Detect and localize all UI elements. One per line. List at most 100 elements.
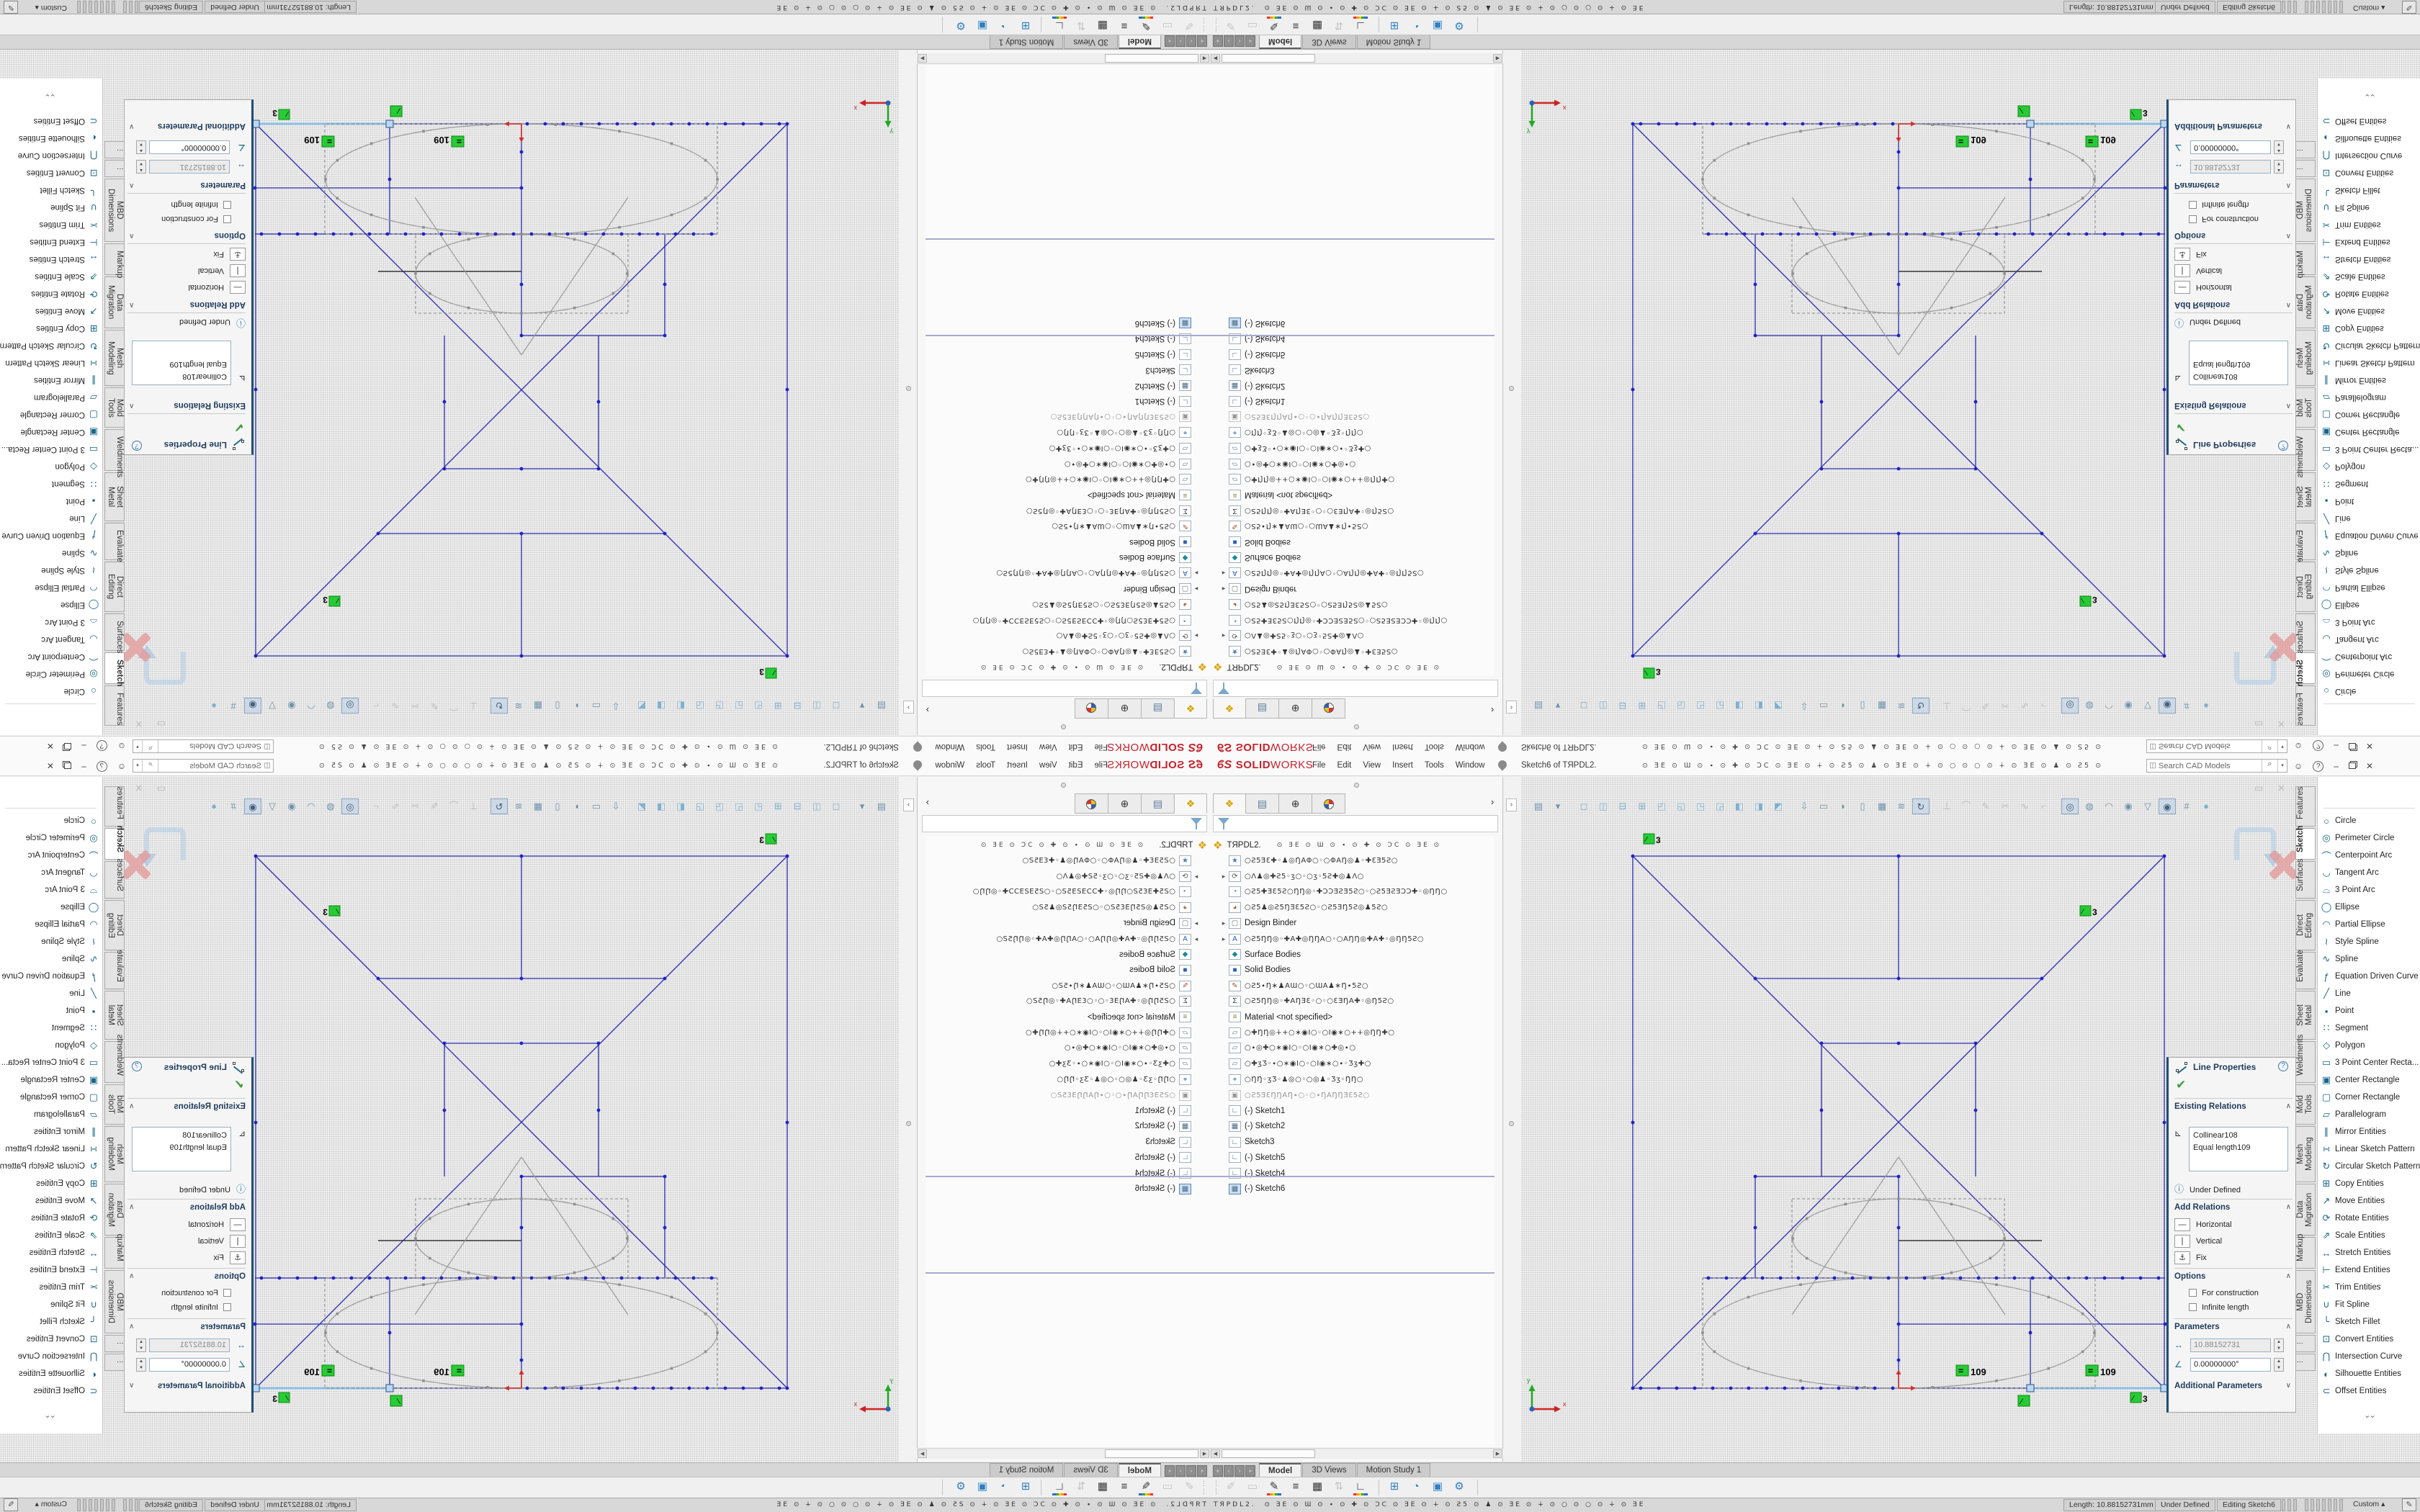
tab-property-manager[interactable]: ▤ — [1141, 793, 1174, 814]
splitter-knob[interactable] — [1061, 783, 1066, 788]
ink-toolbar-icon-11[interactable]: ⚙ — [951, 1479, 970, 1496]
rollback-bar[interactable] — [1210, 238, 1494, 240]
ink-status-icon[interactable]: ✎ — [2402, 1498, 2416, 1511]
tree-item-material[interactable]: ≡Material <not specified> — [926, 487, 1210, 503]
view-toolbar-icon-3[interactable]: ◫ — [808, 698, 825, 714]
tool-center-rectangle[interactable]: ▣Center Rectangle — [2318, 1071, 2420, 1089]
fix-icon[interactable]: ⚓ — [2174, 248, 2190, 261]
tool-convert-entities[interactable]: ⊡Convert Entities — [0, 1331, 102, 1348]
ink-toolbar-icon-8[interactable]: ⊞ — [1016, 16, 1035, 33]
tree-item-origin[interactable]: ⌖○ŊŊ◦ʒƷ◦♟◎○◦○◎♟◦Ʒʒ◦ŊŊ○ — [1210, 425, 1494, 440]
view-toolbar-icon-7[interactable]: ◱ — [730, 698, 748, 714]
ink-toolbar-icon-4[interactable]: ▦ — [1308, 16, 1327, 33]
status-units-dropdown[interactable]: Custom ▴ — [30, 1, 72, 13]
view-toolbar-icon-20[interactable]: ⊥ — [465, 698, 482, 714]
search-box[interactable]: ◫ Search CAD Models ⌕ ▾ — [133, 739, 274, 753]
view-toolbar-icon-26[interactable]: ◎ — [341, 798, 359, 814]
tree-item-front-plane[interactable]: ▱○✚ŊŊ◎∔+○∗◉I○◦○I◉∗○+∔◎ŊŊ✚○ — [1210, 472, 1494, 487]
tree-item-sketch3[interactable]: ∟Sketch3 — [1210, 362, 1494, 377]
help-icon[interactable]: ? — [97, 741, 107, 752]
view-toolbar-icon-16[interactable]: ▯ — [1854, 698, 1871, 714]
tool-equation-driven-curve[interactable]: ƒEquation Driven Curve — [2318, 968, 2420, 985]
length-field[interactable]: 10.88152731 — [2190, 1338, 2271, 1352]
help-icon[interactable]: ? — [2313, 741, 2323, 752]
view-toolbar-icon-11[interactable]: ◨ — [1750, 698, 1767, 714]
ink-toolbar-icon-8[interactable]: ⊞ — [1385, 1479, 1404, 1496]
more-tools-chevron-icon[interactable]: ⌄⌄ — [0, 1410, 102, 1420]
view-toolbar-icon-9[interactable]: ◲ — [1711, 798, 1729, 814]
ribbon-tab-evaluate[interactable]: Evaluate — [104, 523, 125, 560]
tool-scale-entities[interactable]: ⇗Scale Entities — [2318, 268, 2420, 285]
tree-item-surface-bodies[interactable]: ◆Surface Bodies — [926, 550, 1210, 565]
tool-point[interactable]: ▪Point — [2318, 492, 2420, 510]
doc-tab-3d-views[interactable]: 3D Views — [1064, 35, 1117, 49]
expander-icon[interactable]: ▸ — [1219, 919, 1229, 927]
view-toolbar-icon-0[interactable]: ▤ — [873, 798, 890, 814]
menu-file[interactable]: File — [1312, 761, 1326, 770]
pin-icon[interactable] — [912, 742, 924, 754]
ink-toolbar-icon-2[interactable]: ✎ — [1265, 1479, 1283, 1496]
tool-silhouette-entities[interactable]: ◐Silhouette Entities — [2318, 1365, 2420, 1382]
ribbon-tab-data-migration[interactable]: Data Migration — [2295, 276, 2316, 328]
view-toolbar-icon-33[interactable]: ● — [205, 698, 223, 714]
doc-tab-motion-study-1[interactable]: Motion Study 1 — [990, 35, 1064, 49]
horizontal-icon[interactable]: — — [230, 1218, 246, 1231]
ok-check-icon[interactable]: ✔ — [2176, 1078, 2186, 1092]
tool-circle[interactable]: ○Circle — [2318, 812, 2420, 829]
ribbon-tab-markup[interactable]: Markup — [2295, 243, 2316, 275]
tree-item-sketch6[interactable]: ▦(-) Sketch6 — [926, 1182, 1210, 1197]
user-account-icon[interactable]: ☺ — [117, 761, 126, 771]
tool-segment[interactable]: ∷Segment — [0, 1020, 102, 1037]
view-toolbar-icon-25[interactable]: ⌐ — [367, 798, 385, 814]
ribbon-tab-mold-tools[interactable]: Mold Tools — [2295, 387, 2316, 428]
view-toolbar-icon-27[interactable]: ◍ — [2081, 798, 2098, 814]
ribbon-tab-direct-editing[interactable]: Direct Editing — [2295, 900, 2316, 950]
view-toolbar-icon-18[interactable]: ≋ — [1893, 798, 1910, 814]
ribbon-tab-weldments[interactable]: Weldments — [104, 1041, 125, 1083]
tool-move-entities[interactable]: ↗Move Entities — [2318, 302, 2420, 320]
view-toolbar-icon-18[interactable]: ≋ — [510, 798, 527, 814]
collapse-panel-icon[interactable]: › — [903, 701, 914, 714]
tool-spline[interactable]: ∿Spline — [2318, 544, 2420, 562]
ribbon-tab-mesh-modeling[interactable]: Mesh Modeling — [2295, 1126, 2316, 1182]
fix-icon[interactable]: ⚓ — [230, 1251, 246, 1264]
scroll-right-icon[interactable]: ▶ — [1493, 1449, 1502, 1458]
ribbon-tab-surfaces[interactable]: Surfaces — [2295, 613, 2316, 651]
tab-featuremanager-tree[interactable]: ❖ — [1213, 698, 1246, 719]
view-toolbar-icon-4[interactable]: ⊟ — [1614, 798, 1631, 814]
view-toolbar-icon-3[interactable]: ◫ — [1595, 698, 1612, 714]
tool-silhouette-entities[interactable]: ◐Silhouette Entities — [0, 1365, 102, 1382]
tool-3-point-center-recta[interactable]: ▭3 Point Center Recta... — [2318, 441, 2420, 458]
tab-property-manager[interactable]: ▤ — [1141, 698, 1174, 719]
ribbon-tab-mesh-modeling[interactable]: Mesh Modeling — [2295, 330, 2316, 386]
view-toolbar-icon-13[interactable]: ⇩ — [1796, 798, 1813, 814]
view-toolbar-icon-11[interactable]: ◨ — [1750, 798, 1767, 814]
tab-scroll-icon-3[interactable]: » — [1245, 35, 1255, 47]
tool-mirror-entities[interactable]: ∥Mirror Entities — [0, 1123, 102, 1140]
expander-icon[interactable]: ▸ — [1191, 585, 1201, 593]
view-toolbar-icon-24[interactable]: ∿ — [387, 698, 404, 714]
view-toolbar-icon-32[interactable]: # — [2178, 798, 2195, 814]
collapse-panel-icon[interactable]: › — [1506, 701, 1517, 714]
view-toolbar-icon-23[interactable]: ✂ — [406, 798, 424, 814]
toolbar-drag-handle[interactable]: ⋮⋮ — [1201, 17, 1207, 32]
view-toolbar-icon-22[interactable]: ✎ — [1977, 798, 1994, 814]
section-existing-relations[interactable]: Existing Relations∧ — [127, 397, 246, 410]
relation-equal-length109[interactable]: Equal length109 — [2193, 1142, 2284, 1154]
tool-style-spline[interactable]: ≀Style Spline — [0, 933, 102, 950]
tree-item-sketch3[interactable]: ∟Sketch3 — [926, 1135, 1210, 1150]
tab-configuration-manager[interactable]: ⊕ — [1108, 793, 1141, 814]
view-toolbar-icon-23[interactable]: ✂ — [1996, 798, 2014, 814]
tree-item-locked-folder[interactable]: ▣○Ƨ5ƎƐŊŊAŊ∙○◦○∙ŊAŊŊƎƐ5Ƨ○ — [1210, 410, 1494, 425]
ink-toolbar-icon-2[interactable]: ✎ — [1265, 16, 1283, 33]
view-toolbar-icon-7[interactable]: ◱ — [730, 798, 748, 814]
tool-circular-sketch-pattern[interactable]: ↻Circular Sketch Pattern — [0, 1158, 102, 1175]
option-for-construction[interactable]: For construction — [2189, 213, 2259, 225]
menu-file[interactable]: File — [1094, 761, 1108, 770]
option-for-construction[interactable]: For construction — [161, 1287, 231, 1299]
tool-parallelogram[interactable]: ▱Parallelogram — [0, 1106, 102, 1123]
length-spinner[interactable]: ▲▼ — [2274, 160, 2284, 174]
view-toolbar-icon-32[interactable]: # — [225, 698, 242, 714]
user-account-icon[interactable]: ☺ — [2294, 761, 2303, 771]
relation-collinear108[interactable]: Collinear108 — [136, 1130, 227, 1142]
